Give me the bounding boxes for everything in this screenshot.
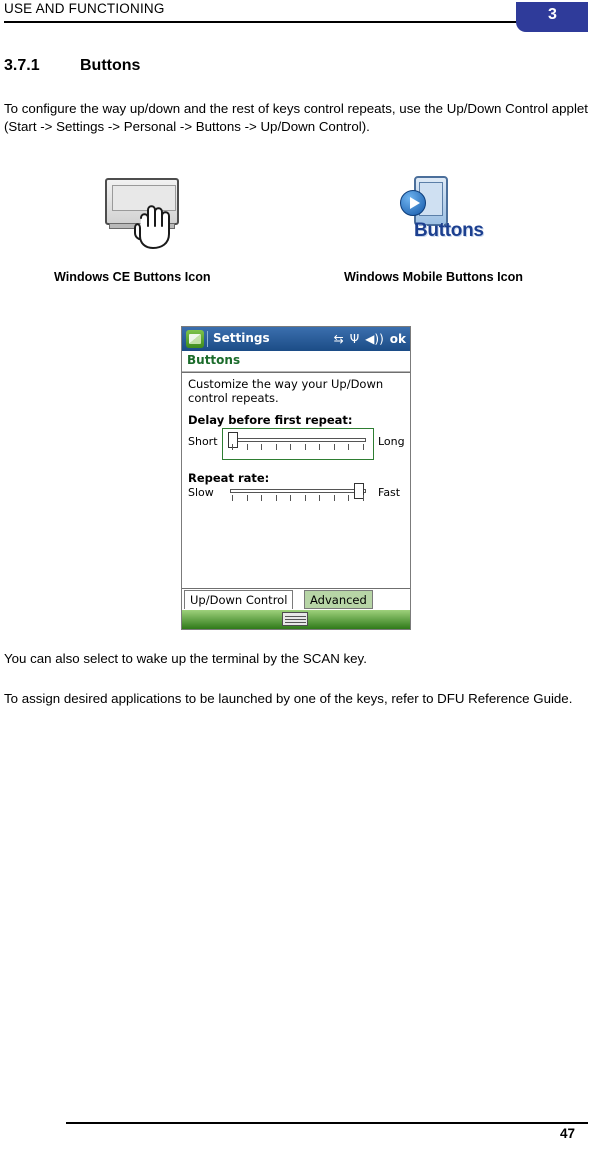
repeat-label: Repeat rate: <box>188 471 270 485</box>
hand-cursor-icon <box>134 205 170 249</box>
pda-screenshot: Settings ⇆ Ψ ◀)) ok Buttons Customize th… <box>181 326 411 630</box>
chapter-number: 3 <box>548 6 557 23</box>
document-page: USE AND FUNCTIONING 3 3.7.1 Buttons To c… <box>0 0 592 1160</box>
chapter-tab: 3 <box>516 2 588 32</box>
windows-ce-buttons-icon <box>105 178 183 250</box>
windows-mobile-buttons-icon: Buttons <box>400 176 500 250</box>
play-triangle <box>410 197 420 209</box>
figure-caption-wm: Windows Mobile Buttons Icon <box>344 270 523 284</box>
volume-icon[interactable]: ◀)) <box>365 333 384 345</box>
repeat-max-label: Fast <box>378 486 401 499</box>
repeat-min-label: Slow <box>188 486 214 499</box>
section-title: Buttons <box>80 57 141 74</box>
delay-slider-ticks <box>232 444 364 450</box>
intro-paragraph: To configure the way up/down and the res… <box>4 101 588 134</box>
pda-title-bar: Settings ⇆ Ψ ◀)) ok <box>182 327 410 351</box>
start-menu-icon[interactable] <box>186 330 204 348</box>
page-number: 47 <box>560 1126 576 1141</box>
pda-status-icons: ⇆ Ψ ◀)) ok <box>334 330 406 348</box>
header-title: USE AND FUNCTIONING <box>4 1 165 16</box>
keyboard-icon[interactable] <box>282 612 308 626</box>
footer-divider <box>66 1122 588 1124</box>
assign-paragraph: To assign desired applications to be lau… <box>4 691 573 706</box>
tab-up-down-control[interactable]: Up/Down Control <box>184 590 294 609</box>
pda-screen-title: Buttons <box>187 353 241 367</box>
repeat-slider-track[interactable] <box>230 489 366 493</box>
delay-min-label: Short <box>188 435 218 448</box>
pda-app-name: Settings <box>213 331 270 345</box>
buttons-wordmark: Buttons <box>414 220 484 241</box>
page-header: USE AND FUNCTIONING 3 <box>0 0 592 34</box>
ok-button[interactable]: ok <box>390 332 406 346</box>
delay-slider-track[interactable] <box>230 438 366 442</box>
pda-description: Customize the way your Up/Down control r… <box>188 377 384 405</box>
delay-max-label: Long <box>378 435 405 448</box>
figure-caption-ce: Windows CE Buttons Icon <box>54 270 211 284</box>
repeat-slider-ticks <box>232 495 364 501</box>
wake-paragraph: You can also select to wake up the termi… <box>4 651 367 666</box>
tab-advanced[interactable]: Advanced <box>304 590 373 609</box>
pda-body: Customize the way your Up/Down control r… <box>182 372 410 589</box>
delay-label: Delay before first repeat: <box>188 413 353 427</box>
figure-row: Buttons <box>0 176 592 250</box>
pda-app-bar: Buttons <box>182 351 410 372</box>
signal-off-icon[interactable]: Ψ <box>350 333 359 345</box>
windows-flag-icon <box>189 334 201 344</box>
section-number: 3.7.1 <box>4 57 40 74</box>
pda-tab-bar: Up/Down Control Advanced <box>182 588 410 611</box>
title-separator <box>207 331 208 347</box>
pda-task-bar <box>182 610 410 629</box>
connectivity-icon[interactable]: ⇆ <box>334 333 344 345</box>
header-divider <box>4 21 526 23</box>
play-button-icon <box>400 190 426 216</box>
